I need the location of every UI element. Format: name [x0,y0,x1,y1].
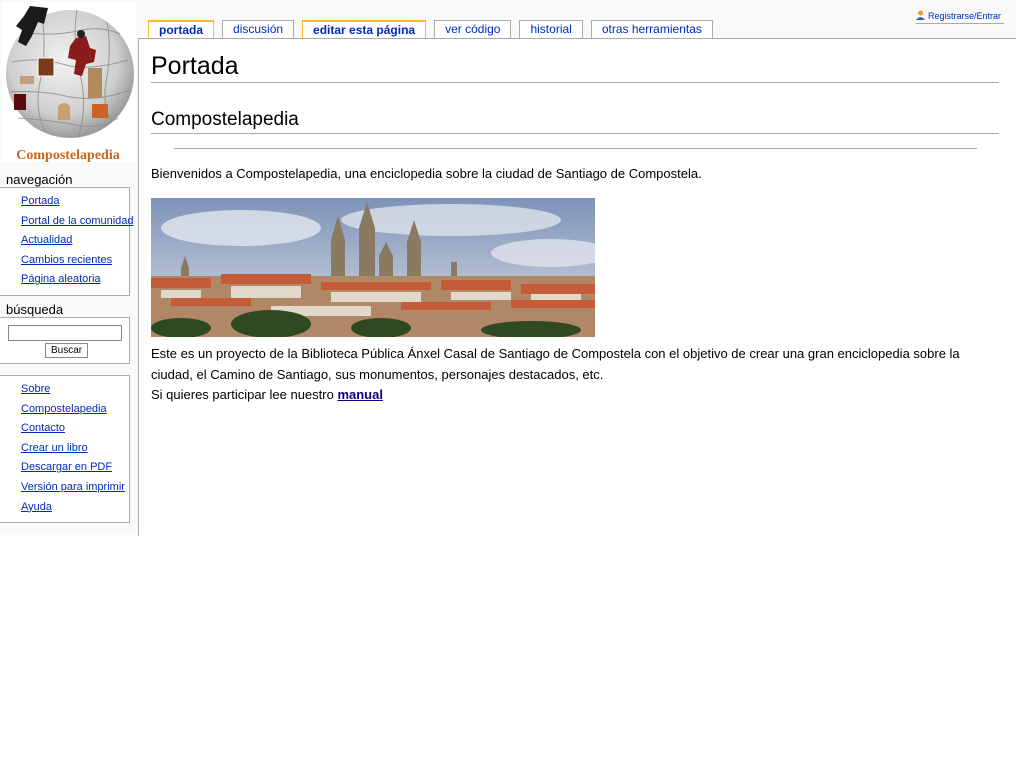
personal-tools: Registrarse/Entrar [916,9,1004,24]
navigation-title: navegación [6,172,73,187]
tool-version-imprimir[interactable]: Versión para imprimir [21,478,129,498]
nav-item-cambios-recientes[interactable]: Cambios recientes [21,251,129,271]
page-title: Portada [151,51,999,83]
nav-item-portal-comunidad[interactable]: Portal de la comunidad [21,212,134,232]
search-title: búsqueda [6,302,64,317]
main-content: Portada Compostelapedia Bienvenidos a Co… [138,38,1016,536]
tab-historial[interactable]: historial [519,20,583,38]
tab-ver-codigo[interactable]: ver código [434,20,512,38]
login-link[interactable]: Registrarse/Entrar [928,11,1001,21]
tab-otras-herramientas[interactable]: otras herramientas [590,20,713,38]
search-button[interactable]: Buscar [45,343,89,358]
description-text: Este es un proyecto de la Biblioteca Púb… [151,346,960,382]
search-input[interactable] [8,325,122,341]
intro-text: Bienvenidos a Compostelapedia, una encic… [151,166,702,181]
site-logo[interactable]: Compostelapedia [2,2,136,163]
logo-wordmark: Compostelapedia [16,148,119,162]
tool-crear-libro[interactable]: Crear un libro [21,439,129,459]
manual-link[interactable]: manual [337,387,383,402]
tool-ayuda[interactable]: Ayuda [21,498,129,518]
toolbox-portlet: Sobre Compostelapedia Contacto Crear un … [0,375,130,523]
divider [174,148,977,149]
tab-portada[interactable]: portada [148,20,215,38]
nav-item-actualidad[interactable]: Actualidad [21,231,129,251]
user-icon [916,10,925,20]
participate-label: Si quieres participar lee nuestro [151,387,338,402]
tab-discusion[interactable]: discusión [222,20,295,38]
nav-item-pagina-aleatoria[interactable]: Página aleatoria [21,270,129,290]
nav-item-portada[interactable]: Portada [21,192,129,212]
tab-editar[interactable]: editar esta página [302,20,427,38]
tool-sobre[interactable]: Sobre [21,380,129,400]
tool-descargar-pdf[interactable]: Descargar en PDF [21,458,129,478]
tool-contacto[interactable]: Contacto [21,419,129,439]
page-tabs: portada discusión editar esta página ver… [148,20,721,39]
navigation-portlet: Portada Portal de la comunidad Actualida… [0,187,134,296]
puzzle-globe-logo: Compostelapedia [2,2,136,163]
santiago-panorama-image[interactable] [151,198,595,337]
search-portlet: Buscar [0,317,130,364]
tool-compostelapedia[interactable]: Compostelapedia [21,400,129,420]
participate-text: Si quieres participar lee nuestro manual [151,385,383,405]
section-heading: Compostelapedia [151,109,999,134]
